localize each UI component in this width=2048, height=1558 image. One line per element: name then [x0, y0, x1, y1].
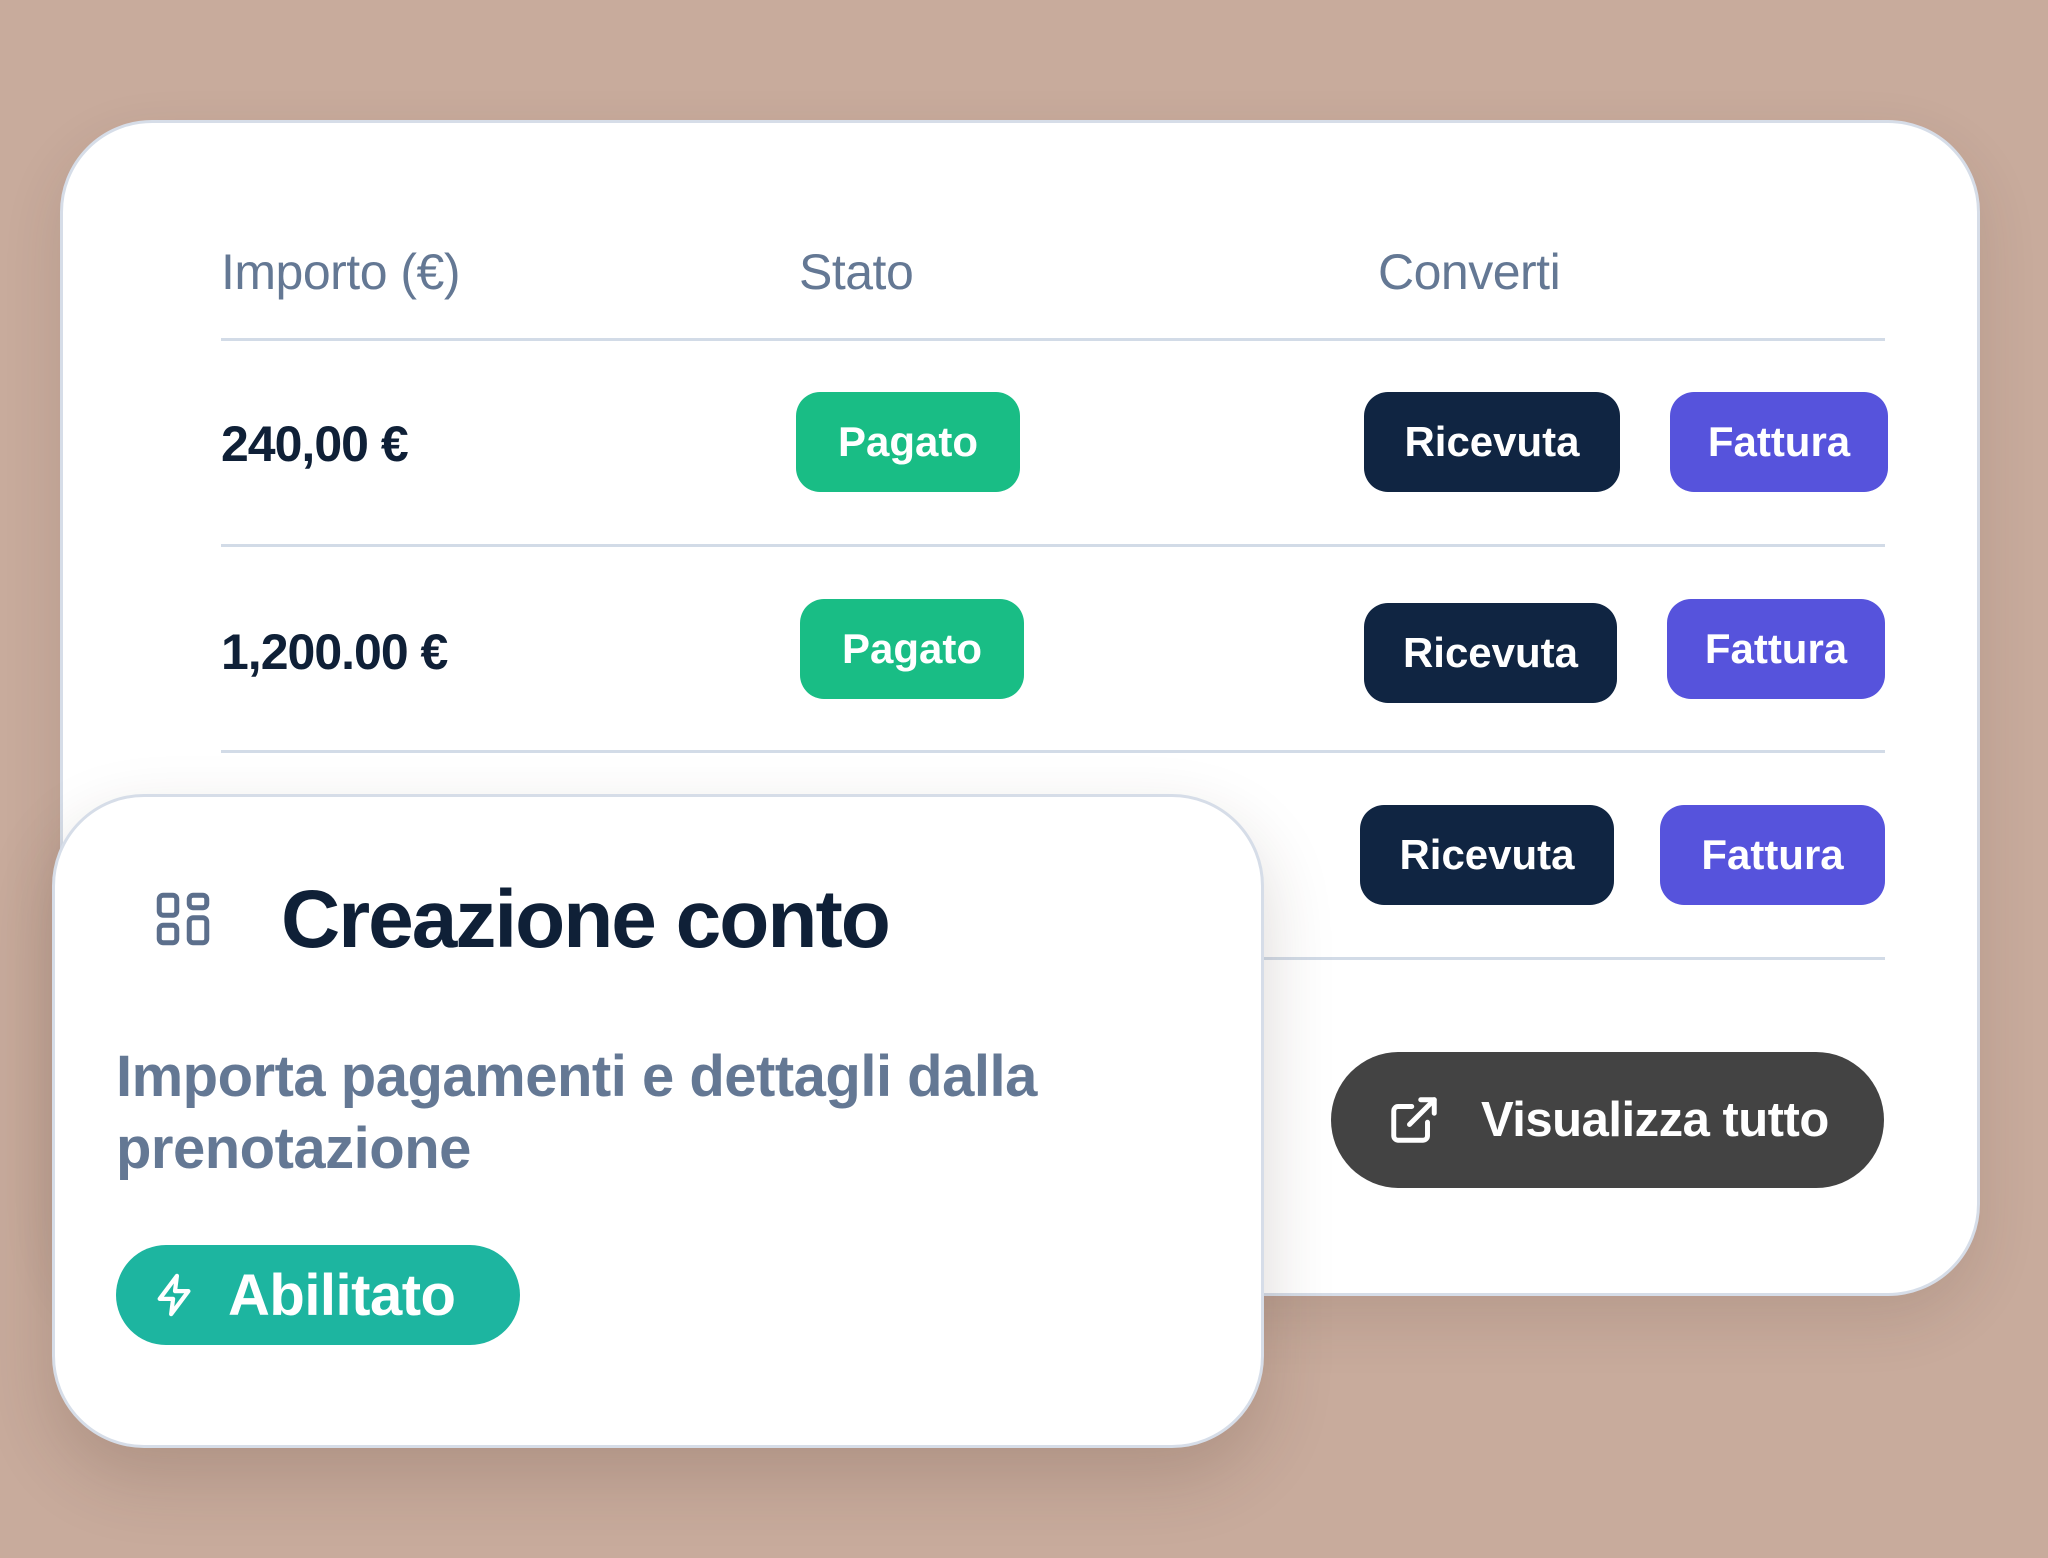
- table-divider: [221, 750, 1885, 753]
- row-1-receipt-button[interactable]: Ricevuta: [1364, 392, 1620, 492]
- row-1-invoice-button[interactable]: Fattura: [1670, 392, 1888, 492]
- enabled-badge[interactable]: Abilitato: [116, 1245, 520, 1345]
- column-header-convert: Converti: [1378, 244, 1561, 300]
- feature-description: Importa pagamenti e dettagli dalla preno…: [116, 1044, 1037, 1181]
- column-header-amount: Importo (€): [221, 244, 461, 300]
- column-header-status: Stato: [799, 244, 914, 300]
- row-2-receipt-button[interactable]: Ricevuta: [1364, 603, 1617, 703]
- lightning-icon: [157, 1273, 191, 1317]
- view-all-button[interactable]: Visualizza tutto: [1331, 1052, 1884, 1188]
- row-2-status-badge: Pagato: [800, 599, 1024, 699]
- feature-title: Creazione conto: [281, 874, 891, 965]
- table-divider: [221, 544, 1885, 547]
- account-creation-card: Creazione conto Importa pagamenti e dett…: [52, 794, 1264, 1448]
- row-1-amount: 240,00 €: [221, 416, 409, 472]
- row-2-invoice-button[interactable]: Fattura: [1667, 599, 1885, 699]
- row-3-invoice-button[interactable]: Fattura: [1660, 805, 1885, 905]
- table-divider: [221, 338, 1885, 341]
- row-3-receipt-button[interactable]: Ricevuta: [1360, 805, 1614, 905]
- external-link-icon: [1391, 1097, 1437, 1143]
- row-2-amount: 1,200.00 €: [221, 624, 448, 680]
- grid-icon: [156, 892, 210, 946]
- enabled-badge-label: Abilitato: [228, 1262, 456, 1328]
- view-all-label: Visualizza tutto: [1481, 1093, 1829, 1147]
- row-1-status-badge: Pagato: [796, 392, 1020, 492]
